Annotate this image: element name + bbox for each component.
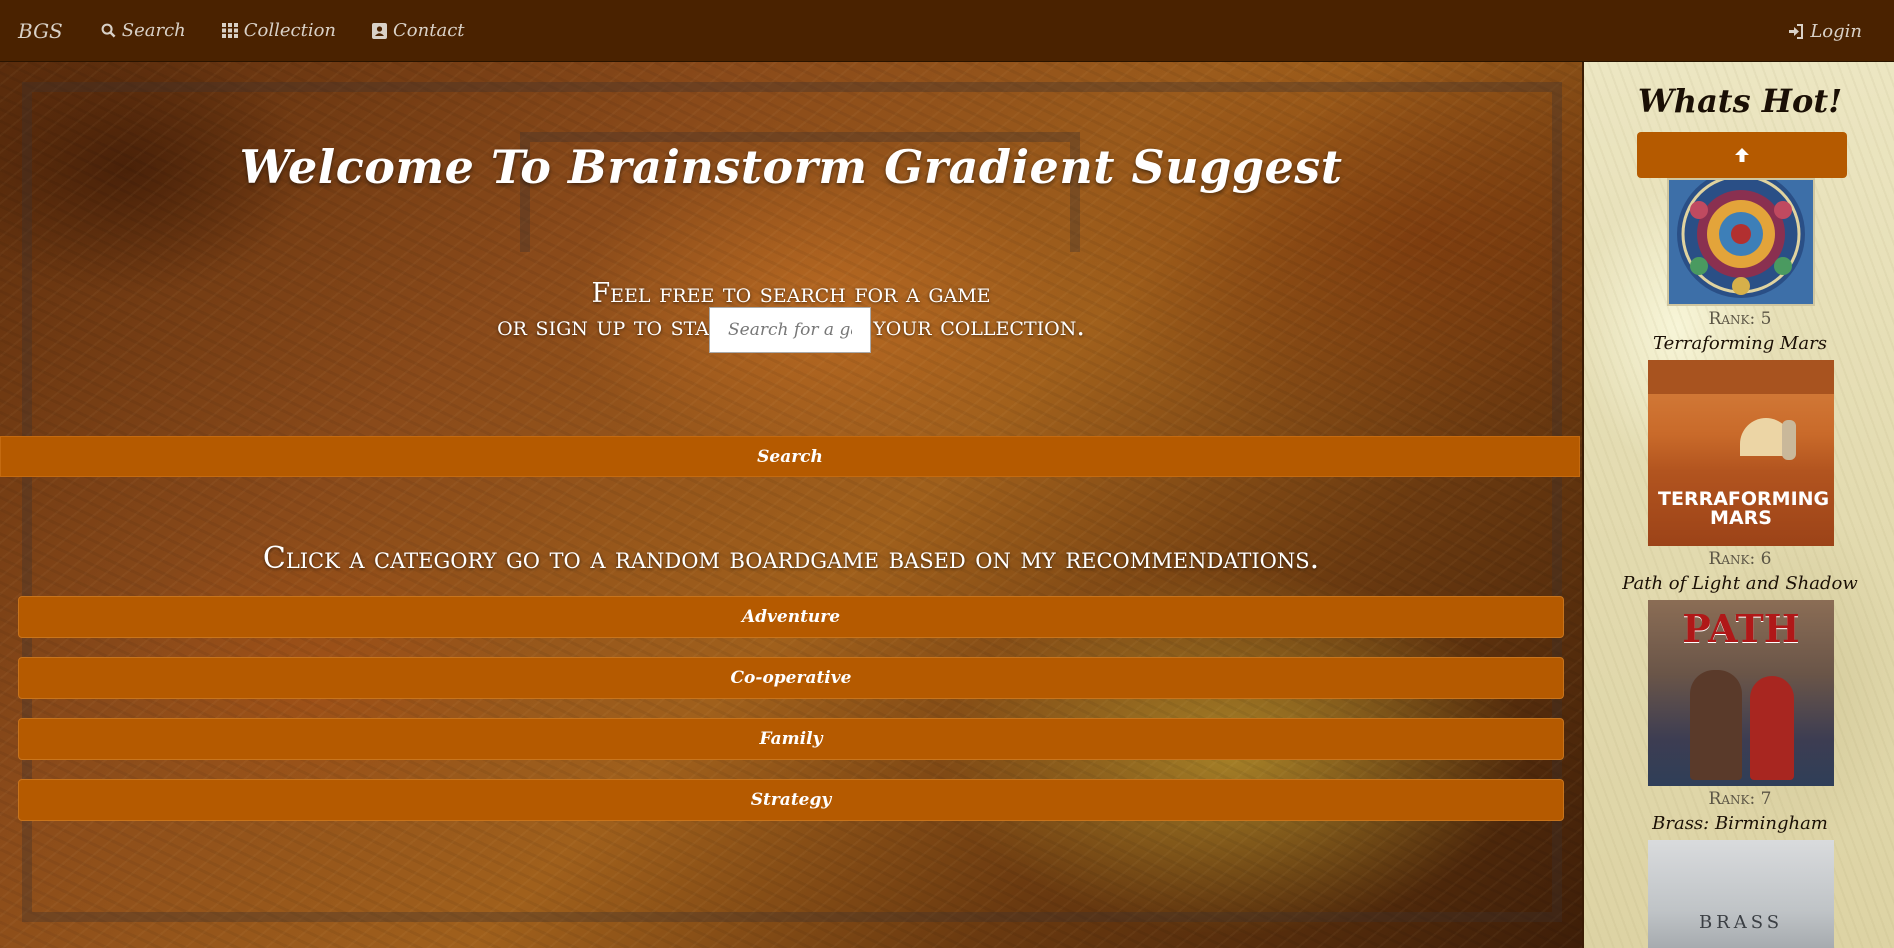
nav-login-label: Login bbox=[1810, 20, 1862, 42]
sign-in-icon bbox=[1789, 23, 1804, 39]
category-heading: Click a category go to a random boardgam… bbox=[262, 541, 1320, 576]
cover-banner bbox=[1648, 360, 1834, 394]
hero-subtitle-line1: Feel free to search for a game bbox=[591, 278, 991, 309]
game-title[interactable]: Path of Light and Shadow bbox=[1584, 573, 1894, 594]
nav-collection-link[interactable]: Collection bbox=[221, 20, 337, 41]
cover-figure bbox=[1782, 420, 1796, 460]
nav-search-link[interactable]: Search bbox=[101, 20, 186, 41]
cover-hero-left bbox=[1690, 670, 1742, 780]
game-rank: Rank: 7 bbox=[1708, 789, 1772, 809]
game-rank: Rank: 5 bbox=[1708, 309, 1772, 329]
game-cover-partial[interactable] bbox=[1667, 178, 1815, 306]
cover-hero-right bbox=[1750, 676, 1794, 780]
brand-link[interactable]: BGS bbox=[18, 19, 63, 43]
category-strategy-button[interactable]: Strategy bbox=[18, 779, 1564, 821]
game-search-input[interactable] bbox=[709, 307, 871, 353]
hero-title: Welcome To Brainstorm Gradient Suggest bbox=[239, 140, 1343, 194]
nav-search-label: Search bbox=[121, 20, 186, 41]
rose-window-image bbox=[1669, 180, 1813, 304]
nav-contact-link[interactable]: Contact bbox=[372, 20, 465, 41]
whats-hot-sidebar: Whats Hot! Rank: 5 Terraforming Mars TER… bbox=[1582, 62, 1894, 948]
sidebar-title: Whats Hot! bbox=[1637, 82, 1843, 120]
top-navbar: BGS Search Collection Contact Login bbox=[0, 0, 1894, 62]
cover-title-text: BRASS bbox=[1698, 912, 1784, 933]
grid-icon bbox=[221, 23, 238, 38]
scroll-up-button[interactable] bbox=[1637, 132, 1847, 178]
game-title[interactable]: Terraforming Mars bbox=[1584, 333, 1894, 354]
game-cover-terraforming-mars[interactable]: TERRAFORMING MARS bbox=[1648, 360, 1834, 546]
game-cover-brass-birmingham[interactable]: BRASS bbox=[1648, 840, 1834, 948]
cover-title-text: TERRAFORMING MARS bbox=[1658, 488, 1830, 529]
cover-title-text: PATH bbox=[1682, 606, 1800, 651]
game-cover-path-of-light-and-shadow[interactable]: PATH bbox=[1648, 600, 1834, 786]
game-rank: Rank: 6 bbox=[1708, 549, 1772, 569]
game-title[interactable]: Brass: Birmingham bbox=[1584, 813, 1894, 834]
search-icon bbox=[101, 23, 116, 38]
nav-contact-label: Contact bbox=[393, 20, 465, 41]
contact-card-icon bbox=[372, 22, 388, 39]
nav-collection-label: Collection bbox=[243, 20, 337, 41]
category-adventure-button[interactable]: Adventure bbox=[18, 596, 1564, 638]
search-button[interactable]: Search bbox=[0, 436, 1580, 477]
category-family-button[interactable]: Family bbox=[18, 718, 1564, 760]
category-cooperative-button[interactable]: Co-operative bbox=[18, 657, 1564, 699]
arrow-up-icon bbox=[1735, 148, 1749, 162]
nav-login-link[interactable]: Login bbox=[1788, 0, 1862, 62]
